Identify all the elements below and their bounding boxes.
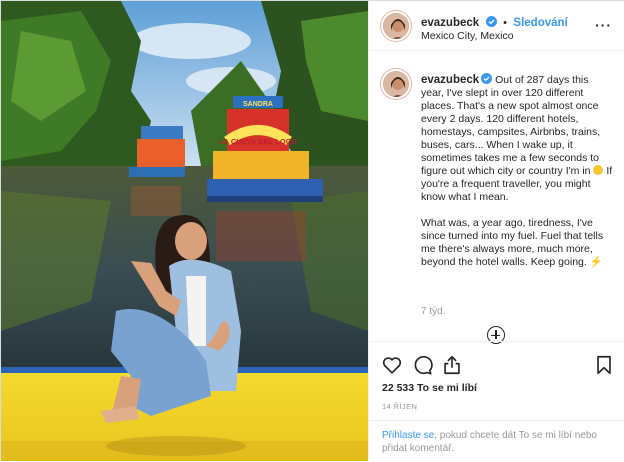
bookmark-icon[interactable] xyxy=(593,354,615,376)
header-name-row: evazubeck • Sledování xyxy=(421,13,568,31)
username[interactable]: evazubeck xyxy=(421,17,479,29)
header-separator: • xyxy=(503,17,507,29)
caption-text-1a: Out of 287 days this year, I've slept in… xyxy=(421,74,601,177)
lightning-emoji-icon: ⚡ xyxy=(589,256,603,268)
caption-username[interactable]: evazubeck xyxy=(421,74,479,86)
post-time-ago: 7 týd. xyxy=(421,306,446,317)
grinning-sweat-emoji-icon xyxy=(593,165,604,175)
follow-button[interactable]: Sledování xyxy=(513,17,567,29)
post-header: evazubeck • Sledování Mexico City, Mexic… xyxy=(369,1,624,51)
location-link[interactable]: Mexico City, Mexico xyxy=(421,30,514,42)
instagram-post-window: SANDRA LA CUEVA DEL LOCO evazubeck • Sle… xyxy=(0,0,624,461)
caption-avatar[interactable] xyxy=(381,69,411,99)
likes-count[interactable]: 22 533 To se mi líbí xyxy=(382,382,477,394)
login-link[interactable]: Přihlaste se xyxy=(382,430,434,441)
photo-scene: SANDRA LA CUEVA DEL LOCO xyxy=(1,1,368,461)
share-icon[interactable] xyxy=(441,354,463,376)
boat-sign-main: LA CUEVA DEL LOCO xyxy=(219,137,297,146)
comment-icon[interactable] xyxy=(411,354,433,376)
comment-login-prompt: Přihlaste se, pokud chcete dát To se mi … xyxy=(369,420,624,462)
more-options-icon[interactable]: ··· xyxy=(595,17,612,33)
post-actions: 22 533 To se mi líbí 14 ŘÍJEN Přihlaste … xyxy=(369,341,624,461)
verified-badge-icon xyxy=(485,16,497,27)
caption-verified-badge-icon xyxy=(481,73,493,84)
boat-sign-sandra: SANDRA xyxy=(243,101,273,108)
caption-paragraph-2: What was, a year ago, tiredness, I've si… xyxy=(421,217,613,269)
caption-avatar-image xyxy=(383,71,409,97)
avatar-image xyxy=(383,13,409,39)
post-date: 14 ŘÍJEN xyxy=(382,402,418,411)
heart-icon[interactable] xyxy=(381,354,403,376)
caption-area: evazubeck Out of 287 days this year, I'v… xyxy=(369,51,624,344)
caption-text-2: What was, a year ago, tiredness, I've si… xyxy=(421,217,604,268)
avatar[interactable] xyxy=(381,11,411,41)
caption-paragraph-1: evazubeck Out of 287 days this year, I'v… xyxy=(421,73,613,204)
post-side-panel: evazubeck • Sledování Mexico City, Mexic… xyxy=(368,1,624,461)
post-caption: evazubeck Out of 287 days this year, I'v… xyxy=(421,73,613,269)
post-photo[interactable]: SANDRA LA CUEVA DEL LOCO xyxy=(1,1,368,461)
